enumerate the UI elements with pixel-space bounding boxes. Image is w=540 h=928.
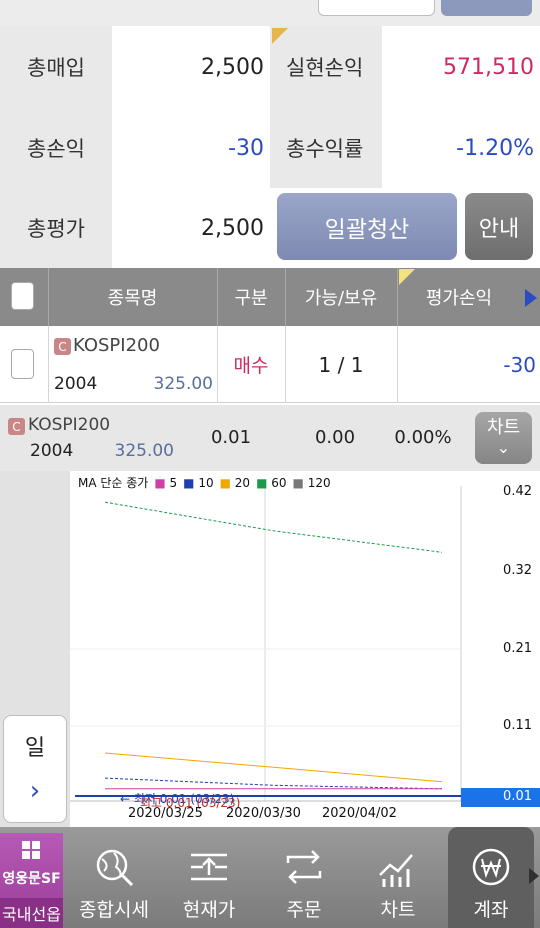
legend-title: MA 단순 종가 [78,476,149,490]
nav-label: 계좌 [473,899,509,921]
period-selector[interactable]: 일 › [3,715,67,823]
brand-subtitle: 국내선옵 [0,898,63,928]
total-buy-value: 2,500 [112,26,270,108]
header-avail-hold[interactable]: 가능/보유 [285,268,397,326]
legend-ma60: ■ 60 [256,475,287,490]
quote-call-badge: C [8,418,25,435]
realized-pl-value: 571,510 [382,26,540,108]
row-item-name: KOSPI200 [73,335,160,356]
chevron-down-icon: ⌄ [496,438,511,457]
x-tick: 2020/03/30 [226,806,301,821]
total-pl-label: 총손익 [0,108,112,188]
total-return-label: 총수익률 [270,108,382,188]
price-list-icon [191,853,227,881]
y-tick: 0.42 [503,484,532,499]
chart-button-label: 차트 [486,417,521,438]
globe-search-icon [96,849,134,887]
chart-trend-icon [379,854,413,887]
nav-label: 종합시세 [79,899,149,921]
total-return-value: -1.20% [382,108,540,188]
info-corner-marker [272,28,288,44]
row-item-month: 2004 [54,374,98,394]
x-tick: 2020/03/25 [128,806,203,821]
row-side: 매수 [233,355,269,377]
quote-price: 0.01 [210,427,252,448]
quote-strike: 325.00 [114,441,174,461]
quote-change: 0.00 [314,427,356,448]
total-buy-label: 총매입 [0,26,112,108]
top-white-button[interactable] [318,0,435,16]
nav-label: 현재가 [182,899,236,921]
chevron-right-icon: › [29,776,41,806]
nav-chart[interactable]: 차트 [352,827,444,928]
info-button[interactable]: 안내 [465,193,533,260]
ma-line-60 [104,501,443,553]
nav-label: 차트 [380,899,416,921]
quote-month: 2004 [30,441,74,461]
row-checkbox[interactable] [11,349,34,379]
settle-all-button[interactable]: 일괄청산 [277,193,457,260]
legend-ma10: ■ 10 [183,475,214,490]
nav-scroll-right-icon[interactable] [529,868,539,884]
legend-ma5: ■ 5 [154,475,178,490]
y-tick: 0.21 [503,641,532,656]
exchange-arrows-icon [286,850,322,884]
select-all-checkbox[interactable] [11,282,34,310]
nav-label: 주문 [286,899,322,921]
current-price-tag: 0.01 [503,789,532,804]
quote-change-pct: 0.00% [394,427,452,448]
chart-legend: MA 단순 종가 ■ 5 ■ 10 ■ 20 ■ 60 ■ 120 [78,474,331,491]
nav-market-overview[interactable]: 종합시세 [68,827,160,928]
total-pl-value: -30 [112,108,270,188]
call-badge: C [54,338,71,355]
period-label: 일 [24,736,46,761]
nav-order[interactable]: 주문 [258,827,350,928]
scroll-right-icon[interactable] [525,289,537,307]
y-tick: 0.11 [503,718,532,733]
y-tick: 0.32 [503,563,532,578]
top-blue-button[interactable] [441,0,532,16]
legend-ma120: ■ 120 [292,475,331,490]
row-item-strike: 325.00 [153,374,213,394]
quote-name: KOSPI200 [28,415,111,435]
ma-line-10 [104,777,443,790]
header-name[interactable]: 종목명 [48,268,217,326]
header-pl[interactable]: 평가손익 [397,268,521,326]
brand-name: 영웅문SF [2,871,61,887]
total-eval-value: 2,500 [112,188,270,268]
ma-line-20 [104,752,443,783]
grid-icon [22,841,40,859]
legend-ma20: ■ 20 [219,475,251,490]
x-tick: 2020/04/02 [322,806,397,821]
row-pl: -30 [503,352,536,377]
nav-current-price[interactable]: 현재가 [163,827,255,928]
header-side[interactable]: 구분 [217,268,285,326]
chart-toggle-button[interactable]: 차트 ⌄ [475,412,532,464]
total-eval-label: 총평가 [0,188,112,268]
row-avail-hold: 1 / 1 [318,352,364,377]
nav-account[interactable]: 계좌 [448,827,534,928]
won-coin-icon [472,848,510,886]
arrow-left-icon: ← [120,792,131,806]
